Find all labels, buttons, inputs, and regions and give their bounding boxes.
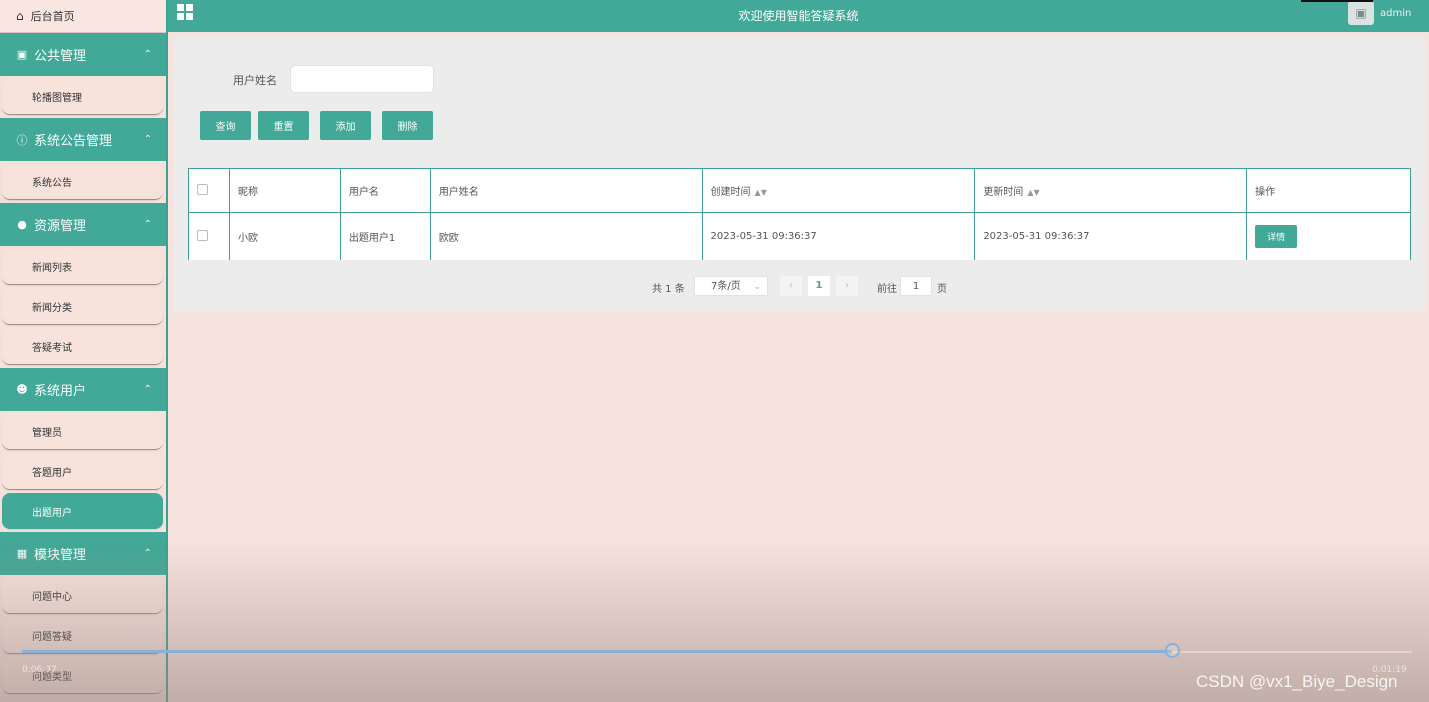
column-header-realname: 用户姓名 bbox=[429, 168, 703, 213]
info-circle-icon: ⓘ bbox=[16, 133, 28, 147]
group-title: 资源管理 bbox=[34, 219, 87, 234]
top-bar: 欢迎使用智能答疑系统 ▣ admin bbox=[168, 0, 1429, 32]
sidebar-item-qa-exam[interactable]: 答疑考试 bbox=[2, 328, 163, 365]
chevron-down-icon: ⌄ bbox=[753, 282, 761, 292]
sidebar-item-label: 问题中心 bbox=[32, 591, 72, 603]
sidebar-item-carousel[interactable]: 轮播图管理 bbox=[2, 78, 163, 115]
row-select-cell[interactable] bbox=[188, 212, 230, 260]
sidebar-item-label: 管理员 bbox=[32, 427, 62, 439]
column-header-nickname: 昵称 bbox=[228, 168, 341, 213]
chevron-up-icon: ⌃ bbox=[143, 384, 152, 395]
table-row: 小欧 出题用户1 欧欧 2023-05-31 09:36:37 2023-05-… bbox=[188, 212, 1411, 260]
goto-label: 前往 bbox=[877, 284, 897, 295]
group-title: 系统用户 bbox=[34, 384, 87, 399]
delete-button[interactable]: 删除 bbox=[382, 111, 433, 140]
goto-page-input[interactable]: 1 bbox=[900, 276, 932, 296]
username-label[interactable]: admin bbox=[1380, 8, 1411, 19]
sidebar-item-notice[interactable]: 系统公告 bbox=[2, 163, 163, 200]
sidebar-item-label: 新闻列表 bbox=[32, 262, 72, 274]
home-icon: ⌂ bbox=[16, 9, 24, 23]
sidebar-item-question-user[interactable]: 出题用户 bbox=[2, 493, 163, 529]
data-table: 昵称 用户名 用户姓名 创建时间 ▲▼ 更新时间 ▲▼ 操作 小欧 出题用户1 欧欧… bbox=[188, 168, 1411, 260]
detail-button[interactable]: 详情 bbox=[1255, 225, 1298, 248]
pagination-total: 共 1 条 bbox=[652, 284, 685, 295]
column-header-created[interactable]: 创建时间 ▲▼ bbox=[701, 168, 976, 213]
column-header-label: 更新时间 bbox=[983, 187, 1024, 198]
grid-icon: ▦ bbox=[16, 547, 28, 560]
row-checkbox[interactable] bbox=[197, 229, 208, 241]
prev-page-button[interactable]: ‹ bbox=[780, 276, 802, 296]
table-header-row: 昵称 用户名 用户姓名 创建时间 ▲▼ 更新时间 ▲▼ 操作 bbox=[188, 168, 1411, 213]
group-title: 公共管理 bbox=[34, 49, 87, 64]
window-edge bbox=[1301, 0, 1373, 2]
next-page-button[interactable]: › bbox=[836, 276, 858, 296]
cell-username: 出题用户1 bbox=[339, 212, 431, 260]
reset-button[interactable]: 重置 bbox=[258, 111, 309, 140]
chevron-up-icon: ⌃ bbox=[143, 219, 152, 230]
page-number-current[interactable]: 1 bbox=[808, 276, 830, 296]
sidebar-item-question-type[interactable]: 问题类型 bbox=[2, 657, 163, 694]
sidebar-group-modules[interactable]: ▦ 模块管理 ⌃ bbox=[0, 532, 166, 575]
user-icon: ☻ bbox=[16, 383, 28, 396]
search-input[interactable] bbox=[290, 65, 434, 93]
page-title: 欢迎使用智能答疑系统 bbox=[738, 9, 859, 23]
page-size-value: 7条/页 bbox=[711, 281, 741, 292]
column-header-label: 创建时间 bbox=[710, 187, 751, 198]
watermark: CSDN @vx1_Biye_Design bbox=[1196, 672, 1398, 691]
video-progress-fill bbox=[22, 650, 1172, 653]
group-title: 模块管理 bbox=[34, 548, 87, 563]
sort-icon[interactable]: ▲▼ bbox=[755, 188, 767, 197]
sidebar-item-news-list[interactable]: 新闻列表 bbox=[2, 248, 163, 285]
page-unit-label: 页 bbox=[937, 284, 947, 295]
select-all-checkbox[interactable] bbox=[197, 183, 208, 195]
sidebar-item-label: 轮播图管理 bbox=[32, 92, 82, 104]
sidebar-item-question-center[interactable]: 问题中心 bbox=[2, 577, 163, 614]
cell-actions: 详情 bbox=[1246, 212, 1411, 260]
sort-icon[interactable]: ▲▼ bbox=[1027, 188, 1039, 197]
sidebar-item-label: 后台首页 bbox=[30, 10, 75, 23]
chevron-up-icon: ⌃ bbox=[143, 49, 152, 60]
sidebar-item-question-answer[interactable]: 问题答疑 bbox=[2, 617, 163, 654]
cell-updated: 2023-05-31 09:36:37 bbox=[974, 212, 1248, 260]
column-header-actions: 操作 bbox=[1246, 168, 1411, 213]
sidebar-item-label: 答疑考试 bbox=[32, 342, 72, 354]
sidebar-item-admin[interactable]: 管理员 bbox=[2, 413, 163, 450]
sidebar-group-users[interactable]: ☻ 系统用户 ⌃ bbox=[0, 368, 166, 411]
pagination: 共 1 条 7条/页 ⌄ ‹ 1 › 前往 1 页 bbox=[174, 276, 1426, 298]
column-header-username: 用户名 bbox=[339, 168, 431, 213]
sidebar-group-notice[interactable]: ⓘ 系统公告管理 ⌃ bbox=[0, 118, 166, 161]
lightbulb-icon: ● bbox=[17, 218, 27, 231]
page-size-select[interactable]: 7条/页 ⌄ bbox=[694, 276, 768, 296]
video-progress-handle[interactable] bbox=[1165, 643, 1180, 658]
sidebar-item-news-category[interactable]: 新闻分类 bbox=[2, 288, 163, 325]
sidebar-item-label: 系统公告 bbox=[32, 177, 72, 189]
sidebar-item-home[interactable]: ⌂ 后台首页 bbox=[0, 0, 166, 33]
sidebar-group-resources[interactable]: ● 资源管理 ⌃ bbox=[0, 203, 166, 246]
sidebar-item-label: 出题用户 bbox=[32, 507, 72, 519]
sidebar-item-answer-user[interactable]: 答题用户 bbox=[2, 453, 163, 490]
cell-created: 2023-05-31 09:36:37 bbox=[701, 212, 976, 260]
sidebar-item-label: 答题用户 bbox=[32, 467, 72, 479]
chevron-up-icon: ⌃ bbox=[143, 134, 152, 145]
search-label: 用户姓名 bbox=[233, 74, 277, 87]
video-elapsed-time: 0:06:37 bbox=[22, 665, 57, 675]
sidebar-item-label: 新闻分类 bbox=[32, 302, 72, 314]
group-title: 系统公告管理 bbox=[34, 134, 113, 149]
avatar[interactable]: ▣ bbox=[1348, 1, 1374, 25]
sidebar: ⌂ 后台首页 ▣ 公共管理 ⌃ 轮播图管理 ⓘ 系统公告管理 ⌃ 系统公告 ● … bbox=[0, 0, 168, 702]
query-button[interactable]: 查询 bbox=[200, 111, 251, 140]
cell-nickname: 小欧 bbox=[228, 212, 341, 260]
image-icon: ▣ bbox=[16, 48, 28, 61]
chevron-up-icon: ⌃ bbox=[143, 548, 152, 559]
column-header-updated[interactable]: 更新时间 ▲▼ bbox=[974, 168, 1248, 213]
cell-realname: 欧欧 bbox=[429, 212, 703, 260]
sidebar-group-public[interactable]: ▣ 公共管理 ⌃ bbox=[0, 33, 166, 76]
main-panel: 用户姓名 查询 重置 添加 删除 昵称 用户名 用户姓名 创建时间 ▲▼ 更新时间… bbox=[174, 37, 1426, 312]
add-button[interactable]: 添加 bbox=[320, 111, 371, 140]
select-all-cell[interactable] bbox=[188, 168, 230, 213]
sidebar-item-label: 问题答疑 bbox=[32, 631, 72, 643]
